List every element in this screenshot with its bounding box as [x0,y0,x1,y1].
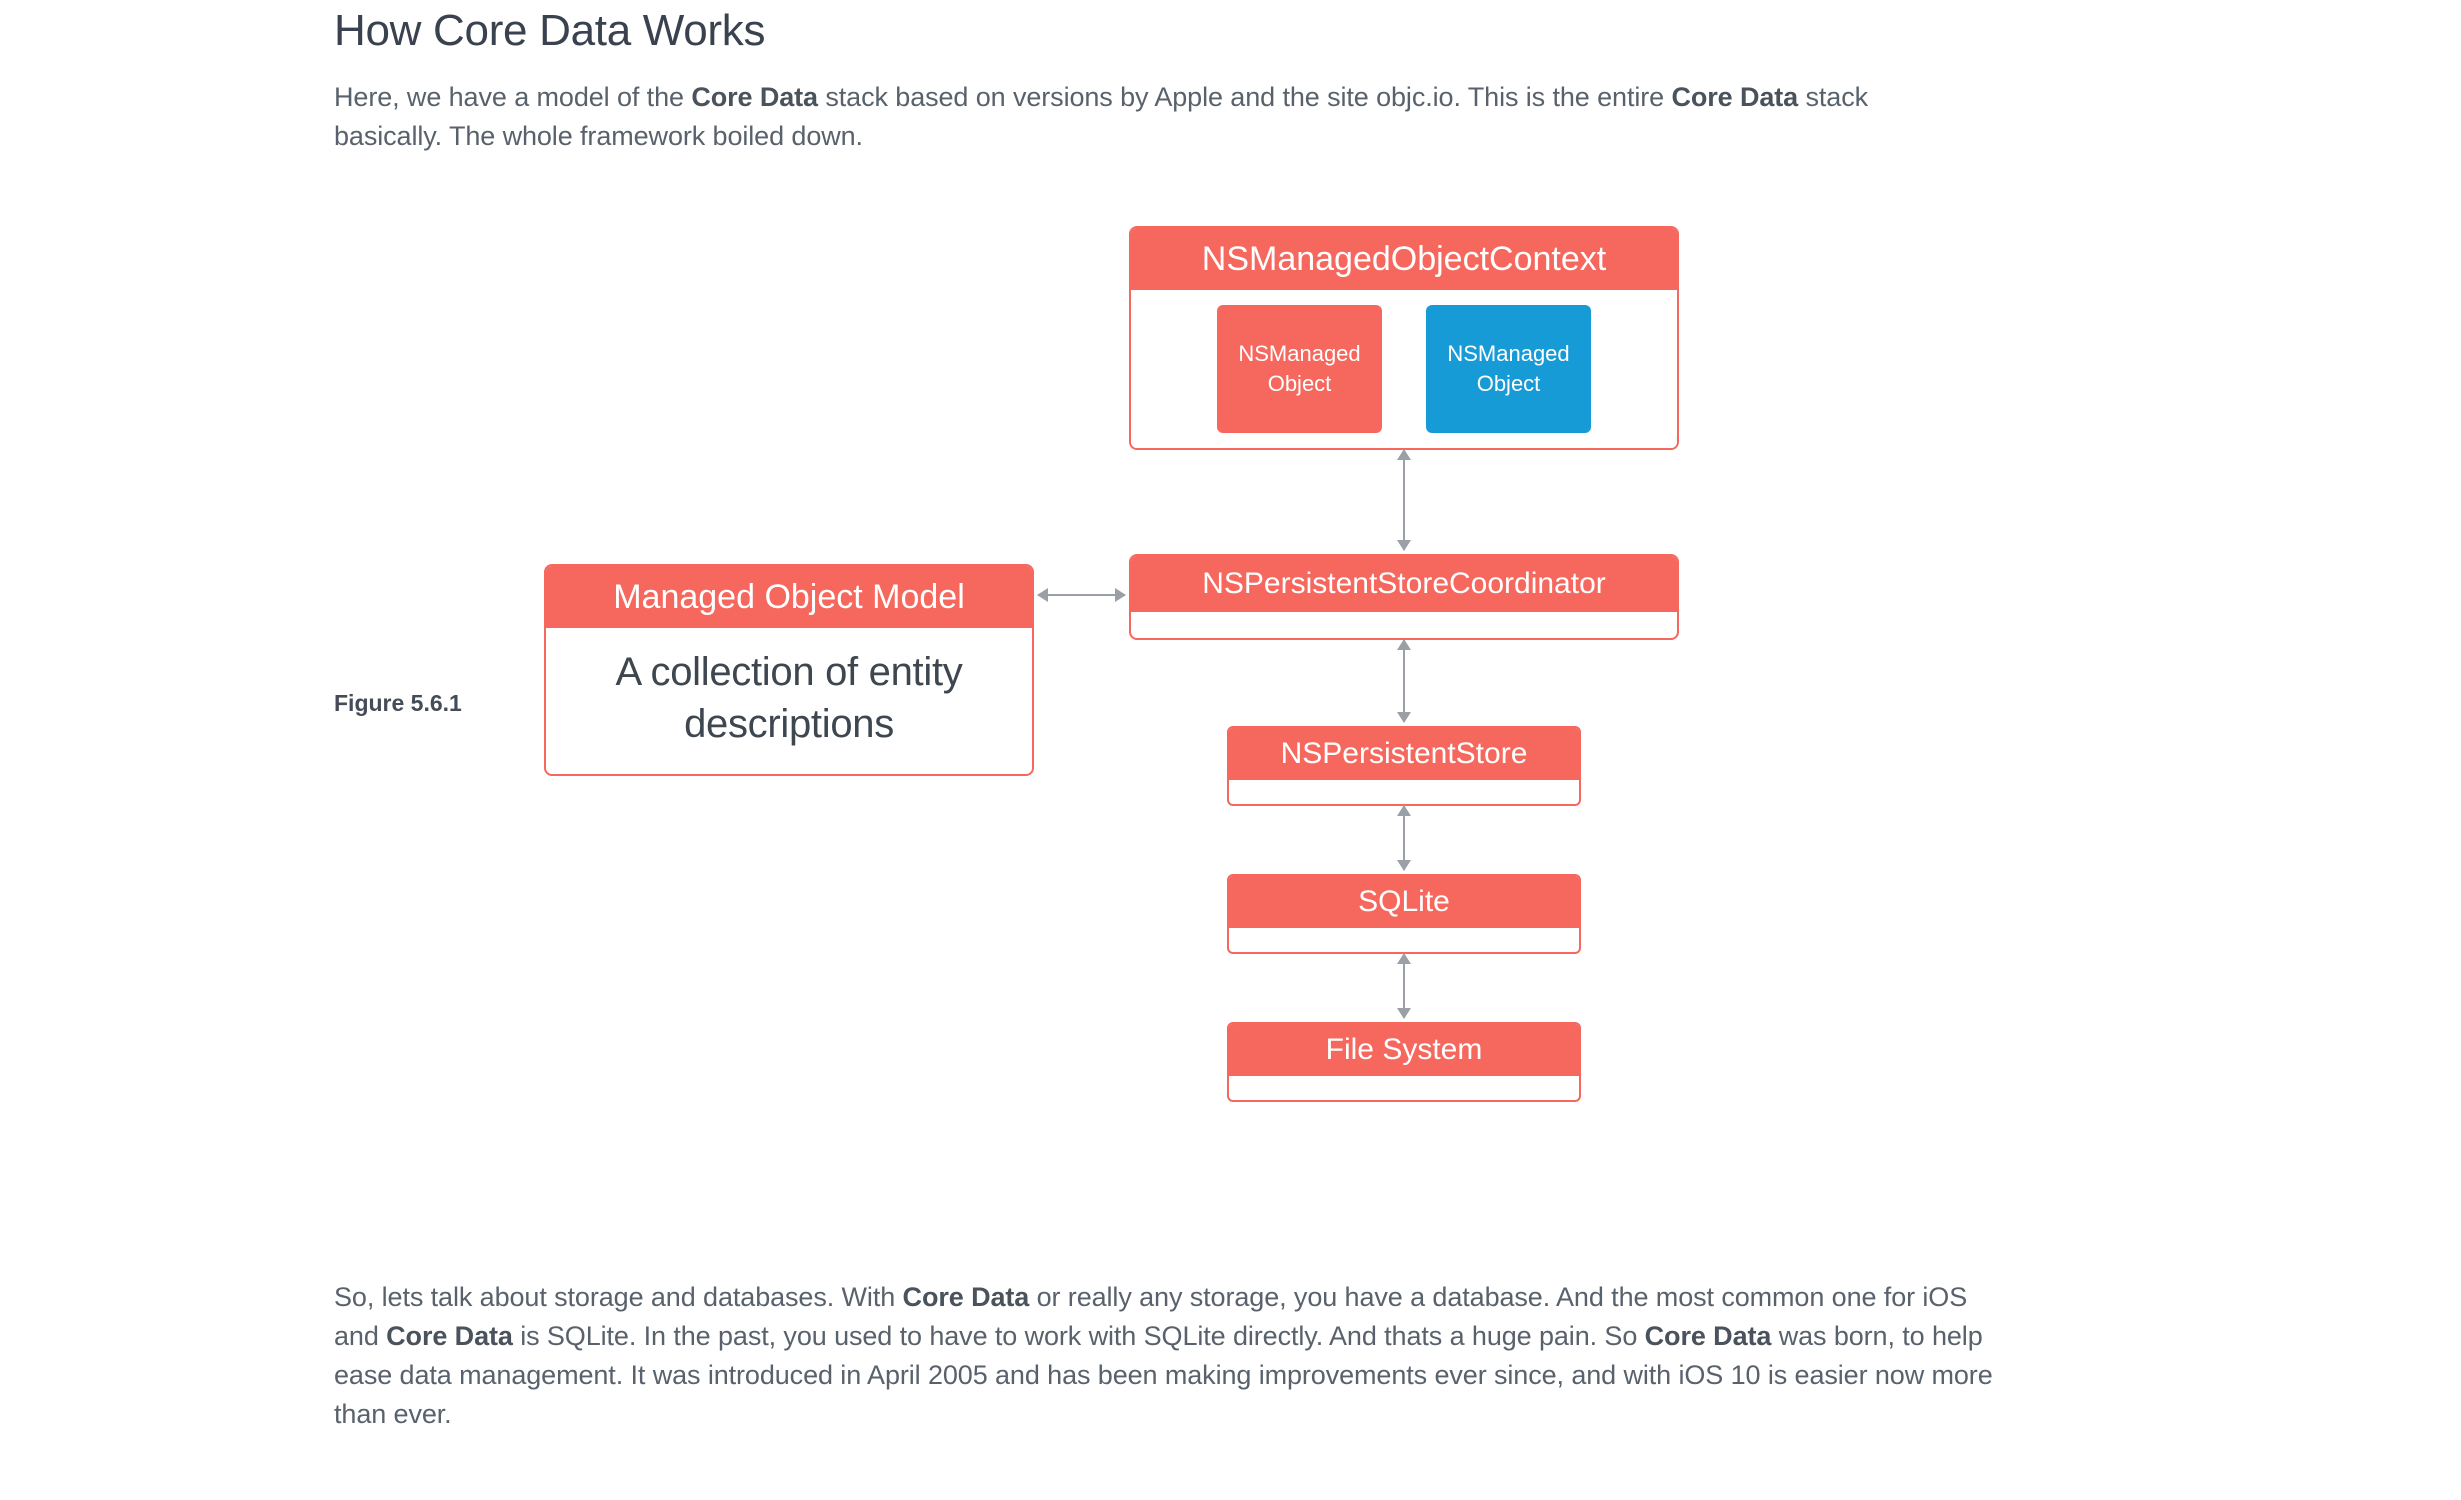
bold: Core Data [903,1282,1030,1312]
box-header: NSPersistentStoreCoordinator [1131,556,1677,612]
arrow-context-coordinator [1403,450,1405,550]
bold: Core Data [1645,1321,1772,1351]
text: So, lets talk about storage and database… [334,1282,903,1312]
inner-managed-object-blue: NSManaged Object [1426,305,1591,433]
arrow-mom-coordinator [1038,594,1125,596]
box-sqlite: SQLite [1227,874,1581,954]
text: NSManaged [1447,339,1569,369]
bold: Core Data [1671,82,1798,112]
box-persistent-store: NSPersistentStore [1227,726,1581,806]
arrow-store-sqlite [1403,806,1405,870]
box-body [1229,780,1579,804]
figure-label: Figure 5.6.1 [334,690,462,717]
text: Object [1477,369,1541,399]
text: NSManaged [1238,339,1360,369]
outro-paragraph: So, lets talk about storage and database… [334,1278,2014,1435]
box-file-system: File System [1227,1022,1581,1102]
box-body [1131,612,1677,638]
text: stack based on versions by Apple and the… [818,82,1672,112]
arrow-sqlite-fs [1403,954,1405,1018]
inner-managed-object-red: NSManaged Object [1217,305,1382,433]
arrow-coordinator-store [1403,640,1405,722]
box-context: NSManagedObjectContext NSManaged Object … [1129,226,1679,450]
box-coordinator: NSPersistentStoreCoordinator [1129,554,1679,640]
box-header: NSManagedObjectContext [1131,228,1677,290]
box-body [1229,928,1579,952]
text: A collection of entity [616,650,963,694]
bold: Core Data [691,82,818,112]
box-header: Managed Object Model [546,566,1032,628]
text: Here, we have a model of the [334,82,691,112]
box-body [1229,1076,1579,1100]
box-header: NSPersistentStore [1229,728,1579,780]
box-body: NSManaged Object NSManaged Object [1131,290,1677,448]
section-heading: How Core Data Works [334,6,1974,56]
text: Object [1268,369,1332,399]
text: is SQLite. In the past, you used to have… [513,1321,1645,1351]
box-body: A collection of entity descriptions [546,628,1032,774]
core-data-stack-diagram: Figure 5.6.1 NSManagedObjectContext NSMa… [334,190,2034,1265]
box-managed-object-model: Managed Object Model A collection of ent… [544,564,1034,776]
intro-paragraph: Here, we have a model of the Core Data s… [334,78,1974,156]
box-header: SQLite [1229,876,1579,928]
bold: Core Data [386,1321,513,1351]
box-header: File System [1229,1024,1579,1076]
text: descriptions [684,702,894,746]
